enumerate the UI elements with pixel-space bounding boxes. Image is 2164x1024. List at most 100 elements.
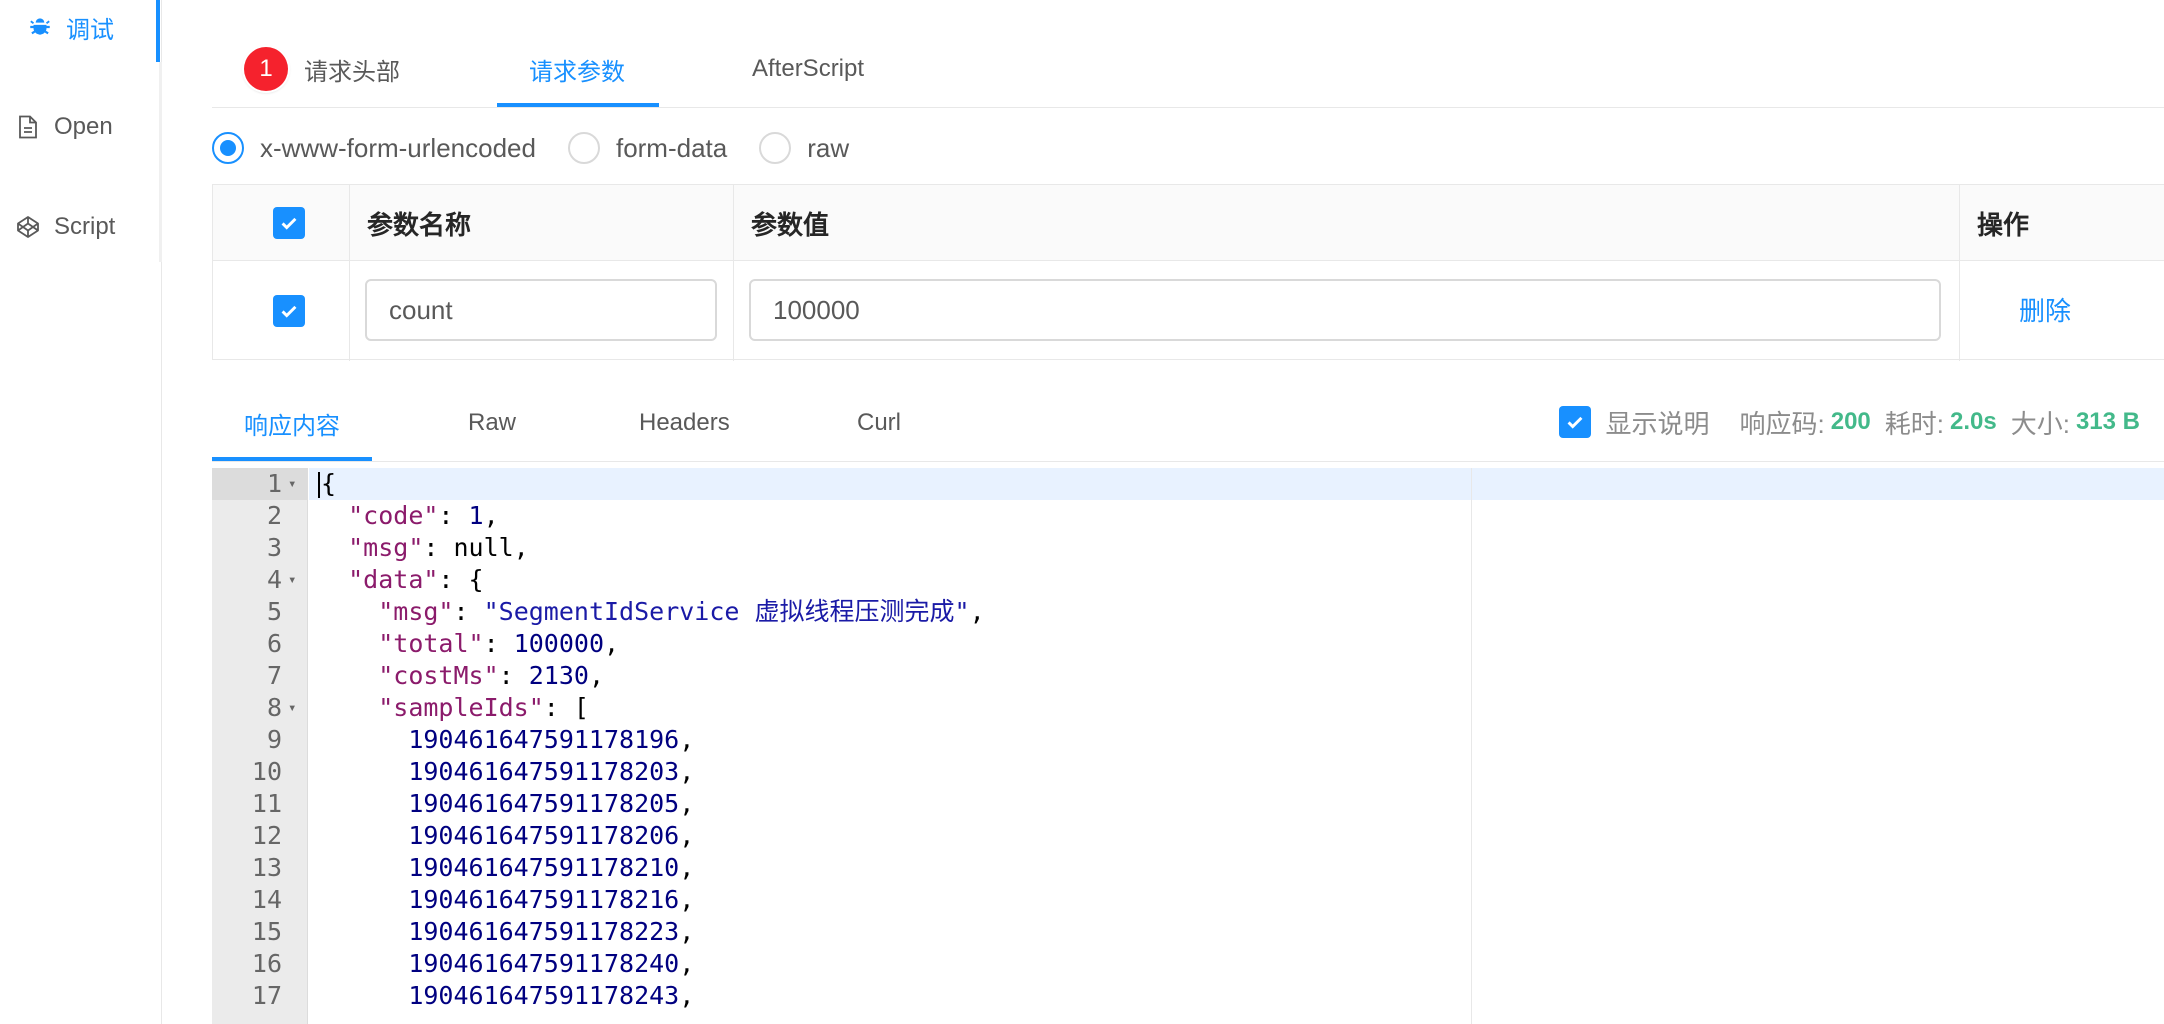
text-cursor (318, 472, 320, 498)
fold-toggle-icon[interactable]: ▾ (288, 468, 296, 500)
line-number: 9 (266, 725, 282, 754)
fold-toggle-icon[interactable]: ▾ (288, 692, 296, 724)
json-punctuation: : (498, 661, 529, 690)
line-number: 2 (266, 501, 282, 530)
json-number: 190461647591178210 (408, 853, 680, 882)
tab-request-params[interactable]: 请求参数 (529, 30, 625, 108)
table-row: count 100000 删除 (229, 261, 2164, 359)
radio-raw[interactable]: raw (759, 132, 849, 164)
json-punctuation: : (453, 597, 484, 626)
code-line: 10 190461647591178203, (212, 756, 2164, 788)
json-number: 190461647591178206 (408, 821, 680, 850)
tab-raw[interactable]: Raw (468, 384, 516, 462)
header-param-value: 参数值 (751, 209, 830, 240)
tab-label: AfterScript (752, 55, 865, 82)
code-line: 12 190461647591178206, (212, 820, 2164, 852)
json-number: 190461647591178243 (408, 981, 680, 1010)
radio-urlencoded[interactable]: x-www-form-urlencoded (212, 132, 536, 164)
json-punctuation: , (483, 501, 499, 530)
code-text: 190461647591178205, (318, 788, 694, 820)
json-punctuation: : [ (543, 693, 589, 722)
json-key: "data" (348, 565, 439, 594)
delete-row-link[interactable]: 删除 (2019, 291, 2071, 328)
code-line: 15 190461647591178223, (212, 916, 2164, 948)
select-all-checkbox[interactable] (273, 207, 305, 239)
line-number: 13 (251, 853, 282, 882)
json-punctuation: , (969, 597, 985, 626)
notification-badge: 1 (244, 47, 288, 91)
show-description-checkbox[interactable] (1559, 406, 1592, 438)
json-punctuation (318, 565, 348, 594)
codepen-icon (14, 213, 42, 241)
sidebar-scrollbar[interactable] (159, 62, 162, 262)
fold-toggle-icon[interactable]: ▾ (288, 564, 296, 596)
code-line: 6 "total": 100000, (212, 628, 2164, 660)
code-text: 190461647591178206, (318, 820, 694, 852)
json-punctuation: , (679, 757, 695, 786)
json-punctuation: : (438, 501, 469, 530)
params-table: 参数名称 参数值 操作 count 100000 删除 (212, 184, 2164, 361)
param-value-input[interactable]: 100000 (749, 279, 1941, 341)
code-line: 13 190461647591178210, (212, 852, 2164, 884)
line-number: 12 (251, 821, 282, 850)
file-icon (14, 113, 42, 141)
code-text: 190461647591178223, (318, 916, 694, 948)
response-code-editor[interactable]: 1 ▾{2 "code": 1, 3 "msg": null, 4 ▾ "data": … (212, 468, 2164, 1024)
line-number: 6 (266, 629, 282, 658)
json-number: 190461647591178196 (408, 725, 680, 754)
json-punctuation (318, 629, 378, 658)
status-code-value: 200 (1830, 408, 1871, 435)
json-punctuation: , (604, 629, 620, 658)
json-punctuation: : (483, 629, 514, 658)
code-text: 190461647591178210, (318, 852, 694, 884)
tab-afterscript[interactable]: AfterScript (752, 30, 864, 108)
line-number: 3 (266, 533, 282, 562)
response-size-value: 313 B (2075, 408, 2140, 435)
code-text: "total": 100000, (318, 628, 619, 660)
sidebar-item-debug[interactable]: 调试 (0, 2, 156, 52)
code-text: 190461647591178203, (318, 756, 694, 788)
tab-curl[interactable]: Curl (857, 384, 901, 462)
code-text: "costMs": 2130, (318, 660, 604, 692)
json-punctuation: : { (438, 565, 484, 594)
radio-form-data[interactable]: form-data (567, 132, 727, 164)
json-punctuation (318, 501, 348, 530)
elapsed-time-label: 耗时: (1884, 408, 1944, 439)
line-number: 10 (251, 757, 282, 786)
tab-headers[interactable]: Headers (639, 384, 730, 462)
response-meta: 显示说明 响应码: 200 耗时: 2.0s 大小: 313 B (1559, 402, 2140, 442)
code-text: 190461647591178216, (318, 884, 694, 916)
radio-unchecked-icon (759, 132, 792, 164)
code-line: 7 "costMs": 2130, (212, 660, 2164, 692)
tab-request-headers[interactable]: 1 请求头部 (244, 30, 400, 108)
line-number: 1 (266, 469, 282, 498)
json-punctuation (318, 693, 378, 722)
json-punctuation (318, 597, 378, 626)
tab-label: Raw (468, 409, 517, 436)
line-number: 17 (251, 981, 282, 1010)
line-number: 5 (266, 597, 282, 626)
json-punctuation: : null, (423, 533, 529, 562)
json-punctuation (318, 949, 408, 978)
json-number: 2130 (528, 661, 589, 690)
code-text: "msg": null, (318, 532, 529, 564)
json-punctuation: , (679, 885, 695, 914)
sidebar-item-open[interactable]: Open (0, 102, 156, 152)
code-text: 190461647591178243, (318, 980, 694, 1012)
code-line: 1 ▾ { (212, 468, 2164, 500)
status-code-label: 响应码: (1739, 408, 1825, 439)
json-punctuation: , (679, 725, 695, 754)
show-description-label: 显示说明 (1605, 408, 1710, 439)
row-checkbox[interactable] (273, 295, 305, 327)
line-number: 14 (251, 885, 282, 914)
tab-response-content[interactable]: 响应内容 (244, 384, 340, 462)
radio-label: raw (807, 132, 850, 163)
request-tabs: 1 请求头部 请求参数 AfterScript (212, 30, 2164, 108)
json-key: "code" (348, 501, 439, 530)
json-number: 190461647591178203 (408, 757, 680, 786)
json-number: 190461647591178240 (408, 949, 680, 978)
param-name-input[interactable]: count (365, 279, 717, 341)
sidebar-item-script[interactable]: Script (0, 202, 156, 252)
code-text: "msg": "SegmentIdService 虚拟线程压测完成", (318, 596, 985, 628)
json-number: 190461647591178223 (408, 917, 680, 946)
